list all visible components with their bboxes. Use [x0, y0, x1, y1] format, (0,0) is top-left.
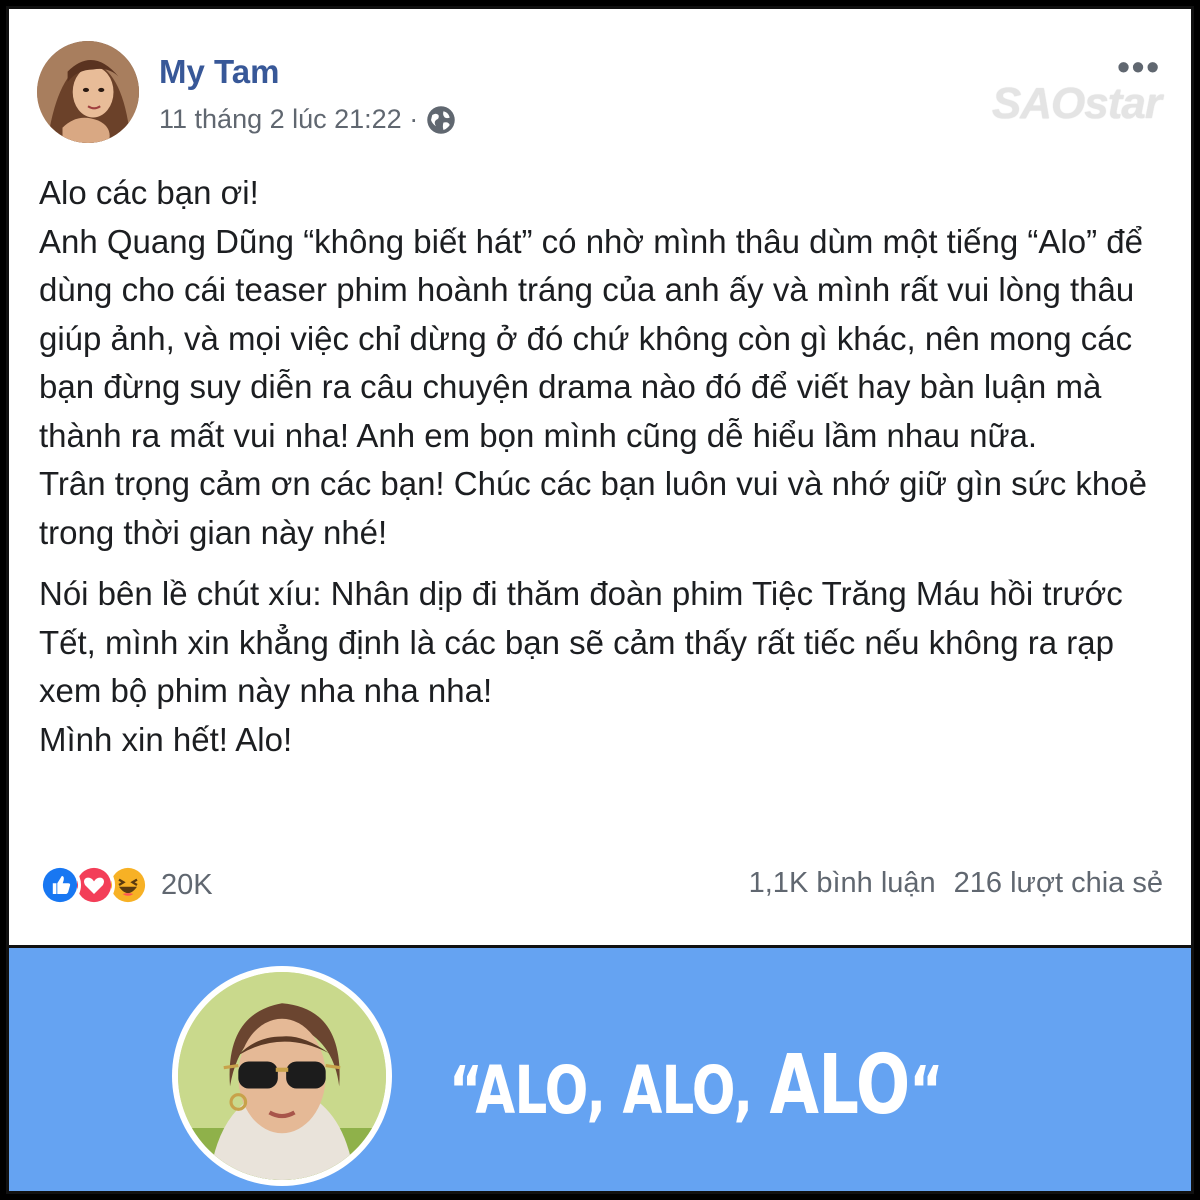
- share-count[interactable]: 216 lượt chia sẻ: [954, 867, 1163, 900]
- post-paragraph: Nói bên lề chút xíu: Nhân dịp đi thăm đo…: [39, 575, 1123, 709]
- comment-count[interactable]: 1,1K bình luận: [749, 867, 936, 900]
- post-meta: 11 tháng 2 lúc 21:22 ·: [159, 104, 456, 135]
- facebook-post: My Tam 11 tháng 2 lúc 21:22 · ••• SAOsta…: [9, 9, 1191, 939]
- globe-icon: [426, 105, 456, 135]
- reaction-summary[interactable]: 20K: [39, 864, 213, 906]
- saostar-watermark: SAOstar: [991, 79, 1162, 128]
- portrait-photo: [172, 966, 392, 1186]
- post-paragraph: Trân trọng cảm ơn các bạn! Chúc các bạn …: [39, 465, 1147, 551]
- author-name[interactable]: My Tam: [159, 53, 279, 91]
- post-paragraph: Alo các bạn ơi!: [39, 174, 259, 211]
- screenshot-frame: My Tam 11 tháng 2 lúc 21:22 · ••• SAOsta…: [6, 6, 1194, 1194]
- quote-text-main: “ALO, ALO,: [449, 1052, 770, 1129]
- reaction-count: 20K: [161, 868, 213, 901]
- post-paragraph: Mình xin hết! Alo!: [39, 720, 293, 758]
- post-paragraph: Anh Quang Dũng “không biết hát” có nhờ m…: [39, 222, 1143, 454]
- quote-close-mark: “: [909, 1052, 943, 1129]
- author-avatar[interactable]: [37, 41, 139, 143]
- quote-text-emphasis: ALO: [769, 1038, 910, 1133]
- quote-banner: “ALO, ALO, ALO“: [9, 945, 1191, 1191]
- post-timestamp[interactable]: 11 tháng 2 lúc 21:22 ·: [159, 104, 418, 135]
- quote-text: “ALO, ALO, ALO“: [449, 1038, 943, 1133]
- post-stats: 1,1K bình luận 216 lượt chia sẻ: [749, 867, 1163, 900]
- post-body: Alo các bạn ơi! Anh Quang Dũng “không bi…: [39, 169, 1149, 764]
- like-icon: [39, 864, 81, 906]
